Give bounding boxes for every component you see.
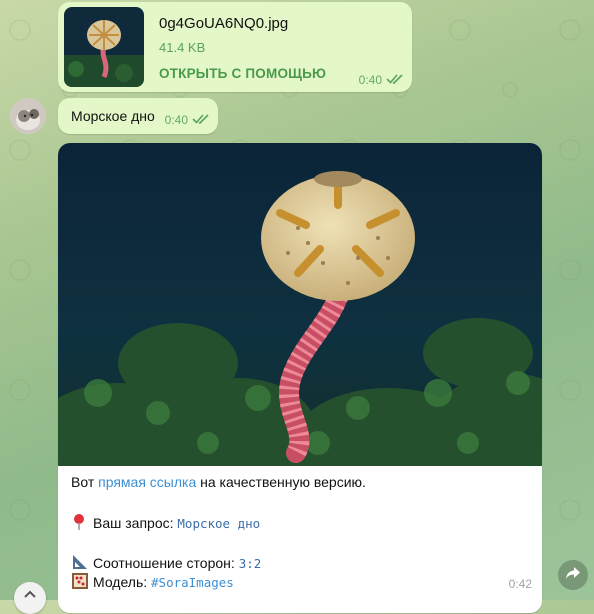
intro-prefix: Вот	[71, 474, 99, 490]
model-line: Модель: #SoraImages	[71, 572, 234, 590]
file-size: 41.4 KB	[159, 40, 206, 55]
model-label: Модель:	[93, 574, 148, 590]
ratio-label: Соотношение сторон:	[93, 555, 235, 571]
ratio-value[interactable]: 3:2	[239, 556, 262, 571]
direct-link[interactable]: прямая ссылка	[98, 474, 196, 490]
share-arrow-icon	[565, 566, 581, 585]
message-meta: 0:40	[165, 113, 210, 127]
query-line: Ваш запрос: Морское дно	[71, 513, 260, 531]
file-message-bubble[interactable]: 0g4GoUA6NQ0.jpg 41.4 KB ОТКРЫТЬ С ПОМОЩЬ…	[58, 2, 412, 92]
message-time: 0:40	[164, 113, 188, 127]
share-button[interactable]	[558, 560, 588, 590]
bot-message-bubble[interactable]: Вот прямая ссылка на качественную версию…	[58, 143, 542, 613]
query-value[interactable]: Морское дно	[177, 516, 260, 531]
intro-suffix: на качественную версию.	[196, 474, 366, 490]
file-name: 0g4GoUA6NQ0.jpg	[159, 15, 289, 32]
scroll-down-icon	[22, 588, 38, 609]
message-text: Морское дно	[71, 108, 155, 124]
model-hashtag[interactable]: #SoraImages	[151, 575, 234, 590]
scroll-down-button[interactable]	[14, 582, 46, 614]
message-meta: 0:40	[359, 73, 404, 87]
abacus-icon	[71, 572, 89, 589]
user-avatar[interactable]	[10, 98, 46, 134]
triangular-ruler-icon	[71, 553, 89, 569]
generated-image[interactable]	[58, 143, 542, 503]
round-pushpin-icon	[71, 513, 89, 530]
text-message-bubble[interactable]: Морское дно 0:40	[58, 98, 218, 134]
query-label: Ваш запрос:	[93, 515, 174, 531]
double-check-icon	[192, 113, 210, 127]
message-time: 0:42	[508, 577, 532, 591]
double-check-icon	[386, 73, 404, 87]
file-thumbnail[interactable]	[64, 7, 144, 87]
ratio-line: Соотношение сторон: 3:2	[71, 553, 261, 571]
message-time: 0:40	[358, 73, 382, 87]
intro-line: Вот прямая ссылка на качественную версию…	[71, 474, 366, 490]
open-with-button[interactable]: ОТКРЫТЬ С ПОМОЩЬЮ	[159, 66, 326, 81]
